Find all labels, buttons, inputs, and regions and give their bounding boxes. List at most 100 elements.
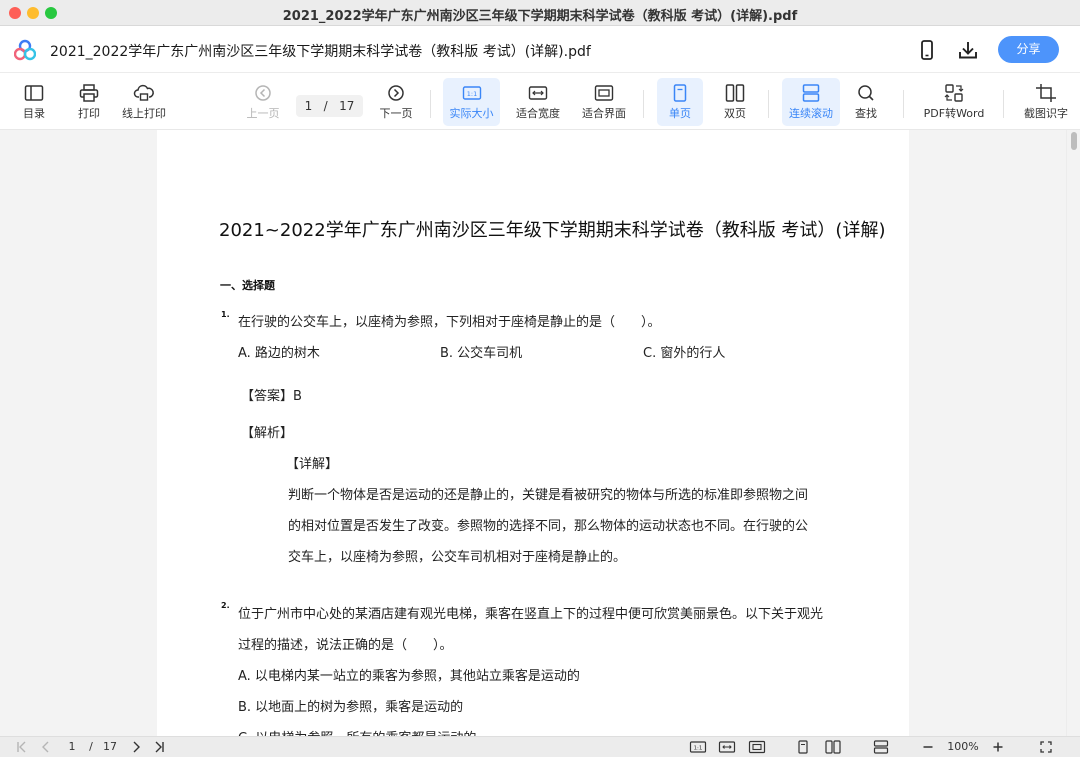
chevron-right-icon (133, 741, 140, 753)
detail-label: 【详解】 (286, 457, 339, 472)
single-page-label: 单页 (669, 107, 691, 120)
total-pages: 17 (339, 99, 355, 113)
find-button[interactable]: 查找 (848, 78, 884, 126)
actual-size-icon: 1:1 (689, 741, 707, 753)
last-page-button[interactable] (151, 739, 167, 755)
print-label: 打印 (78, 107, 100, 120)
first-page-icon (17, 741, 26, 753)
option-a: A. 以电梯内某一站立的乘客为参照，其他站立乘客是运动的 (238, 669, 580, 684)
app-logo-icon (14, 39, 36, 61)
document-viewport[interactable]: 2021~2022学年广东广州南沙区三年级下学期期末科学试卷（教科版 考试）(详… (0, 130, 1080, 736)
page-number-field[interactable]: 1 / 17 (296, 95, 363, 117)
next-page-label: 下一页 (379, 107, 413, 120)
fullscreen-button[interactable] (1036, 739, 1056, 755)
toc-label: 目录 (23, 107, 45, 120)
question-stem: 在行驶的公交车上，以座椅为参照，下列相对于座椅是静止的是（ ）。 (238, 315, 661, 330)
next-page-small-button[interactable] (128, 739, 144, 755)
phone-icon[interactable] (916, 39, 938, 61)
zoom-in-button[interactable] (990, 739, 1006, 755)
detail-line: 交车上，以座椅为参照，公交车司机相对于座椅是静止的。 (288, 550, 627, 565)
toolbar: 目录 打印 线上打印 上一页 1 / 17 下一页 1:1 实际大小 适合宽度 … (0, 74, 1080, 130)
find-label: 查找 (855, 107, 877, 120)
question-number: 1. (221, 310, 230, 319)
plus-icon (993, 742, 1003, 752)
status-page-separator: / (89, 740, 93, 753)
actual-size-label: 实际大小 (449, 107, 494, 120)
status-double-page-button[interactable] (823, 739, 843, 755)
document-title: 2021~2022学年广东广州南沙区三年级下学期期末科学试卷（教科版 考试）(详… (219, 220, 886, 241)
zoom-level[interactable]: 100% (944, 739, 982, 755)
section-heading: 一、选择题 (220, 279, 275, 292)
double-page-icon (725, 84, 745, 102)
last-page-icon (155, 741, 164, 753)
status-continuous-scroll-button[interactable] (871, 739, 891, 755)
status-fit-width-button[interactable] (717, 739, 737, 755)
convert-icon (944, 84, 964, 102)
online-print-label: 线上打印 (122, 107, 166, 120)
actual-size-icon: 1:1 (462, 86, 481, 100)
fit-page-icon (594, 85, 614, 101)
status-single-page-button[interactable] (794, 739, 812, 755)
next-page-button[interactable]: 下一页 (376, 78, 416, 126)
actual-size-button[interactable]: 1:1 实际大小 (443, 78, 500, 126)
fit-page-icon (748, 740, 766, 754)
continuous-scroll-icon (873, 740, 889, 754)
toolbar-divider (768, 90, 769, 118)
cloud-print-icon (133, 84, 154, 101)
ocr-label: 截图识字 (1024, 107, 1068, 120)
question-stem: 位于广州市中心处的某酒店建有观光电梯，乘客在竖直上下的过程中便可欣赏美丽景色。以… (238, 607, 824, 622)
fit-width-button[interactable]: 适合宽度 (513, 78, 563, 126)
toolbar-divider (430, 90, 431, 118)
toolbar-divider (643, 90, 644, 118)
continuous-scroll-button[interactable]: 连续滚动 (782, 78, 840, 126)
pdf-to-word-button[interactable]: PDF转Word (918, 78, 990, 126)
minus-icon (923, 746, 933, 748)
analysis-label: 【解析】 (241, 426, 294, 441)
toc-icon (24, 85, 44, 101)
continuous-scroll-label: 连续滚动 (789, 107, 833, 120)
toolbar-divider (903, 90, 904, 118)
option-b: B. 以地面上的树为参照，乘客是运动的 (238, 700, 464, 715)
page-separator: / (323, 99, 328, 113)
option-c: C. 以电梯为参照，所有的乘客都是运动的 (238, 727, 476, 736)
pdf-page: 2021~2022学年广东广州南沙区三年级下学期期末科学试卷（教科版 考试）(详… (157, 130, 909, 736)
fit-page-button[interactable]: 适合界面 (578, 78, 630, 126)
ocr-button[interactable]: 截图识字 (1018, 78, 1074, 126)
fit-width-label: 适合宽度 (516, 107, 560, 120)
status-current-page[interactable]: 1 (66, 739, 78, 755)
double-page-label: 双页 (724, 107, 746, 120)
option-a: A. 路边的树木 (238, 346, 320, 361)
answer-text: 【答案】B (241, 389, 302, 404)
status-actual-size-button[interactable]: 1:1 (688, 739, 708, 755)
chevron-left-circle-icon (255, 85, 271, 101)
prev-page-button[interactable]: 上一页 (244, 78, 282, 126)
double-page-icon (825, 740, 841, 754)
vertical-scrollbar[interactable] (1066, 130, 1080, 736)
status-bar: 1 / 17 1:1 100% (0, 736, 1080, 757)
detail-line: 的相对位置是否发生了改变。参照物的选择不同，那么物体的运动状态也不同。在行驶的公 (288, 519, 809, 534)
search-icon (858, 85, 874, 101)
prev-page-label: 上一页 (246, 107, 280, 120)
status-total-pages: 17 (103, 740, 117, 753)
fit-width-icon (528, 86, 548, 100)
download-icon[interactable] (957, 39, 979, 61)
status-fit-page-button[interactable] (747, 739, 767, 755)
toc-button[interactable]: 目录 (16, 78, 52, 126)
current-page: 1 (304, 99, 313, 113)
detail-line: 判断一个物体是否是运动的还是静止的，关键是看被研究的物体与所选的标准即参照物之间 (288, 488, 809, 503)
online-print-button[interactable]: 线上打印 (116, 78, 172, 126)
scrollbar-thumb[interactable] (1071, 132, 1077, 150)
double-page-button[interactable]: 双页 (716, 78, 754, 126)
prev-page-small-button[interactable] (37, 739, 55, 755)
share-button[interactable]: 分享 (998, 36, 1059, 63)
crop-icon (1036, 84, 1056, 102)
fit-width-icon (718, 741, 736, 753)
fit-page-label: 适合界面 (582, 107, 626, 120)
window-title: 2021_2022学年广东广州南沙区三年级下学期期末科学试卷（教科版 考试）(详… (282, 9, 798, 24)
zoom-out-button[interactable] (920, 739, 936, 755)
single-page-icon (673, 84, 687, 102)
chevron-right-circle-icon (388, 85, 404, 101)
first-page-button[interactable] (13, 739, 31, 755)
print-button[interactable]: 打印 (71, 78, 107, 126)
single-page-button[interactable]: 单页 (657, 78, 703, 126)
